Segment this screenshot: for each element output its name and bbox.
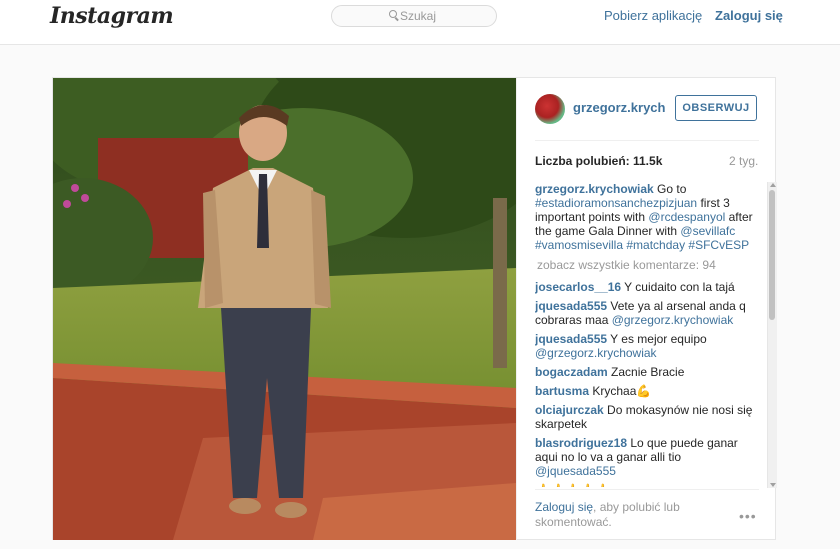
comment-text: Y cuidaito con la tajá bbox=[621, 280, 735, 294]
search-box[interactable] bbox=[331, 5, 497, 27]
caption-author-link[interactable]: grzegorz.krychowiak bbox=[535, 182, 654, 196]
hashtag-mention-link[interactable]: @jquesada555 bbox=[535, 464, 616, 478]
comment-author-link[interactable]: blasrodriguez18 bbox=[535, 436, 627, 450]
post-photo[interactable] bbox=[53, 78, 516, 540]
comment-text: 👍👍👍👍👍 bbox=[535, 483, 610, 487]
comment-author-link[interactable]: bogaczadam bbox=[535, 365, 608, 379]
comment-author-link[interactable]: jquesada555 bbox=[535, 332, 607, 346]
divider bbox=[535, 140, 759, 141]
comment-item: blasrodriguez18 Lo que puede ganar aqui … bbox=[535, 436, 759, 478]
comment-item: jquesada555 Vete ya al arsenal anda q co… bbox=[535, 299, 759, 327]
login-prompt: Zaloguj się, aby polubić lub skomentować… bbox=[535, 500, 715, 530]
comment-text: Krychaa💪 bbox=[589, 384, 652, 398]
comment-text: Go to bbox=[653, 182, 687, 196]
comment-item: olciajurczak Do mokasynów nie nosi się s… bbox=[535, 403, 759, 431]
comment-author-link[interactable]: olciajurczak bbox=[535, 403, 604, 417]
scrollbar-thumb[interactable] bbox=[769, 190, 775, 320]
post-side-panel: grzegorz.krych… OBSERWUJ Liczba polubień… bbox=[516, 78, 777, 540]
instagram-logo[interactable]: Instagram bbox=[50, 3, 174, 29]
hashtag-mention-link[interactable]: #SFCvESP bbox=[688, 238, 749, 252]
hashtag-mention-link[interactable]: @rcdespanyol bbox=[648, 210, 725, 224]
view-all-comments-link[interactable]: zobacz wszystkie komentarze: 94 bbox=[537, 258, 759, 272]
comment-item: jquesada555 Y es mejor equipo @grzegorz.… bbox=[535, 332, 759, 360]
comment-item: bogaczadam Zacnie Bracie bbox=[535, 365, 759, 379]
login-link[interactable]: Zaloguj się bbox=[715, 8, 783, 23]
more-options-icon[interactable]: ••• bbox=[739, 508, 757, 524]
hashtag-mention-link[interactable]: #vamosmisevilla bbox=[535, 238, 623, 252]
scroll-up-arrow-icon[interactable] bbox=[770, 183, 776, 187]
post-caption: grzegorz.krychowiak Go to #estadioramons… bbox=[535, 182, 759, 252]
comment-author-link[interactable]: josecarlos__16 bbox=[535, 280, 621, 294]
hashtag-mention-link[interactable]: @sevillafc bbox=[680, 224, 735, 238]
avatar[interactable] bbox=[535, 94, 565, 124]
search-input[interactable] bbox=[400, 8, 490, 24]
follow-button[interactable]: OBSERWUJ bbox=[675, 95, 757, 121]
divider bbox=[535, 489, 759, 490]
comments-list: grzegorz.krychowiak Go to #estadioramons… bbox=[535, 182, 759, 487]
comment-item: 👍👍👍👍👍 bbox=[535, 483, 759, 487]
post-card: grzegorz.krych… OBSERWUJ Liczba polubień… bbox=[52, 77, 777, 540]
login-prompt-link[interactable]: Zaloguj się bbox=[535, 500, 593, 514]
comment-author-link[interactable]: jquesada555 bbox=[535, 299, 607, 313]
get-app-link[interactable]: Pobierz aplikację bbox=[604, 8, 702, 23]
scroll-down-arrow-icon[interactable] bbox=[770, 483, 776, 487]
comment-text: Zacnie Bracie bbox=[607, 365, 685, 379]
hashtag-mention-link[interactable]: #matchday bbox=[626, 238, 685, 252]
top-navigation-bar: Instagram Pobierz aplikację Zaloguj się bbox=[0, 0, 840, 45]
comments-scrollbar[interactable] bbox=[767, 182, 777, 488]
likes-count[interactable]: Liczba polubień: 11.5k bbox=[535, 154, 662, 168]
comment-item: josecarlos__16 Y cuidaito con la tajá bbox=[535, 280, 759, 294]
comment-author-link[interactable]: bartusma bbox=[535, 384, 589, 398]
post-username[interactable]: grzegorz.krych… bbox=[573, 100, 665, 115]
post-image bbox=[53, 78, 516, 540]
hashtag-mention-link[interactable]: @grzegorz.krychowiak bbox=[612, 313, 734, 327]
search-icon bbox=[389, 10, 397, 18]
post-age[interactable]: 2 tyg. bbox=[729, 154, 758, 168]
comment-item: bartusma Krychaa💪 bbox=[535, 384, 759, 398]
comment-text: Y es mejor equipo bbox=[607, 332, 707, 346]
hashtag-mention-link[interactable]: #estadioramonsanchezpizjuan bbox=[535, 196, 697, 210]
hashtag-mention-link[interactable]: @grzegorz.krychowiak bbox=[535, 346, 657, 360]
